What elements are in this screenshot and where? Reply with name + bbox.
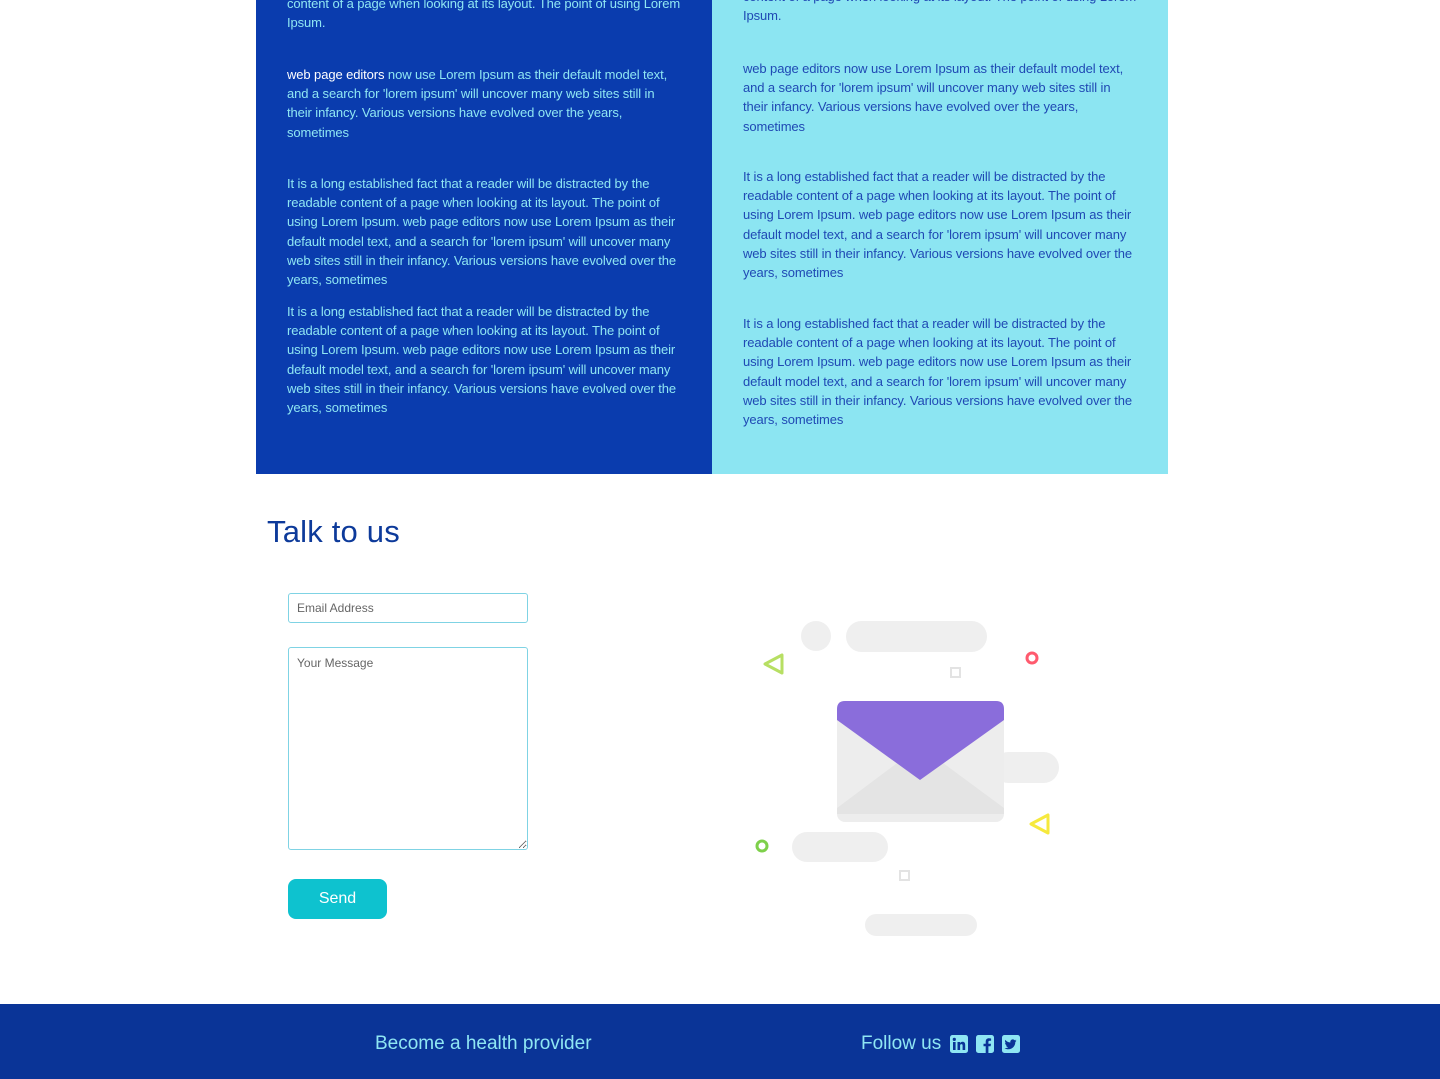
email-field[interactable]	[288, 593, 528, 623]
contact-title: Talk to us	[267, 514, 400, 549]
left-paragraph-4: It is a long established fact that a rea…	[287, 304, 677, 416]
info-panel: content of a page when looking at its la…	[256, 0, 1168, 474]
red-ring-decoration	[1025, 651, 1039, 665]
right-paragraph-3: It is a long established fact that a rea…	[743, 169, 1133, 281]
page: content of a page when looking at its la…	[0, 0, 1440, 1079]
footer: Become a health provider Follow us	[0, 1004, 1440, 1079]
send-button[interactable]: Send	[288, 879, 387, 919]
bubble-bar-left	[792, 832, 888, 862]
bubble-circle	[801, 621, 831, 651]
info-column-left: content of a page when looking at its la…	[256, 0, 712, 474]
right-paragraph-1: content of a page when looking at its la…	[743, 0, 1136, 24]
follow-label: Follow us	[861, 1033, 942, 1054]
square-decoration	[950, 667, 961, 678]
green-ring-decoration	[755, 839, 769, 853]
facebook-icon[interactable]	[976, 1035, 995, 1053]
info-column-right: content of a page when looking at its la…	[712, 0, 1168, 474]
right-paragraph-4: It is a long established fact that a rea…	[743, 316, 1133, 428]
follow-us: Follow us	[861, 1032, 1028, 1056]
twitter-icon[interactable]	[1002, 1035, 1021, 1053]
message-field[interactable]	[288, 647, 528, 850]
envelope-illustration	[755, 621, 1059, 936]
become-provider-link[interactable]: Become a health provider	[375, 1032, 592, 1056]
linkedin-icon[interactable]	[950, 1035, 969, 1053]
left-paragraph-2: web page editors now use Lorem Ipsum as …	[287, 65, 682, 142]
left-paragraph-1: content of a page when looking at its la…	[287, 0, 681, 31]
bubble-bar-bottom	[865, 914, 977, 936]
right-paragraph-2: web page editors now use Lorem Ipsum as …	[743, 61, 1124, 134]
green-triangle-decoration	[763, 653, 784, 675]
highlight-text: web page editors	[287, 67, 385, 82]
bubble-bar-top	[846, 621, 987, 652]
square-decoration-2	[899, 870, 910, 881]
left-paragraph-3: It is a long established fact that a rea…	[287, 176, 677, 288]
yellow-triangle-decoration	[1029, 813, 1050, 835]
